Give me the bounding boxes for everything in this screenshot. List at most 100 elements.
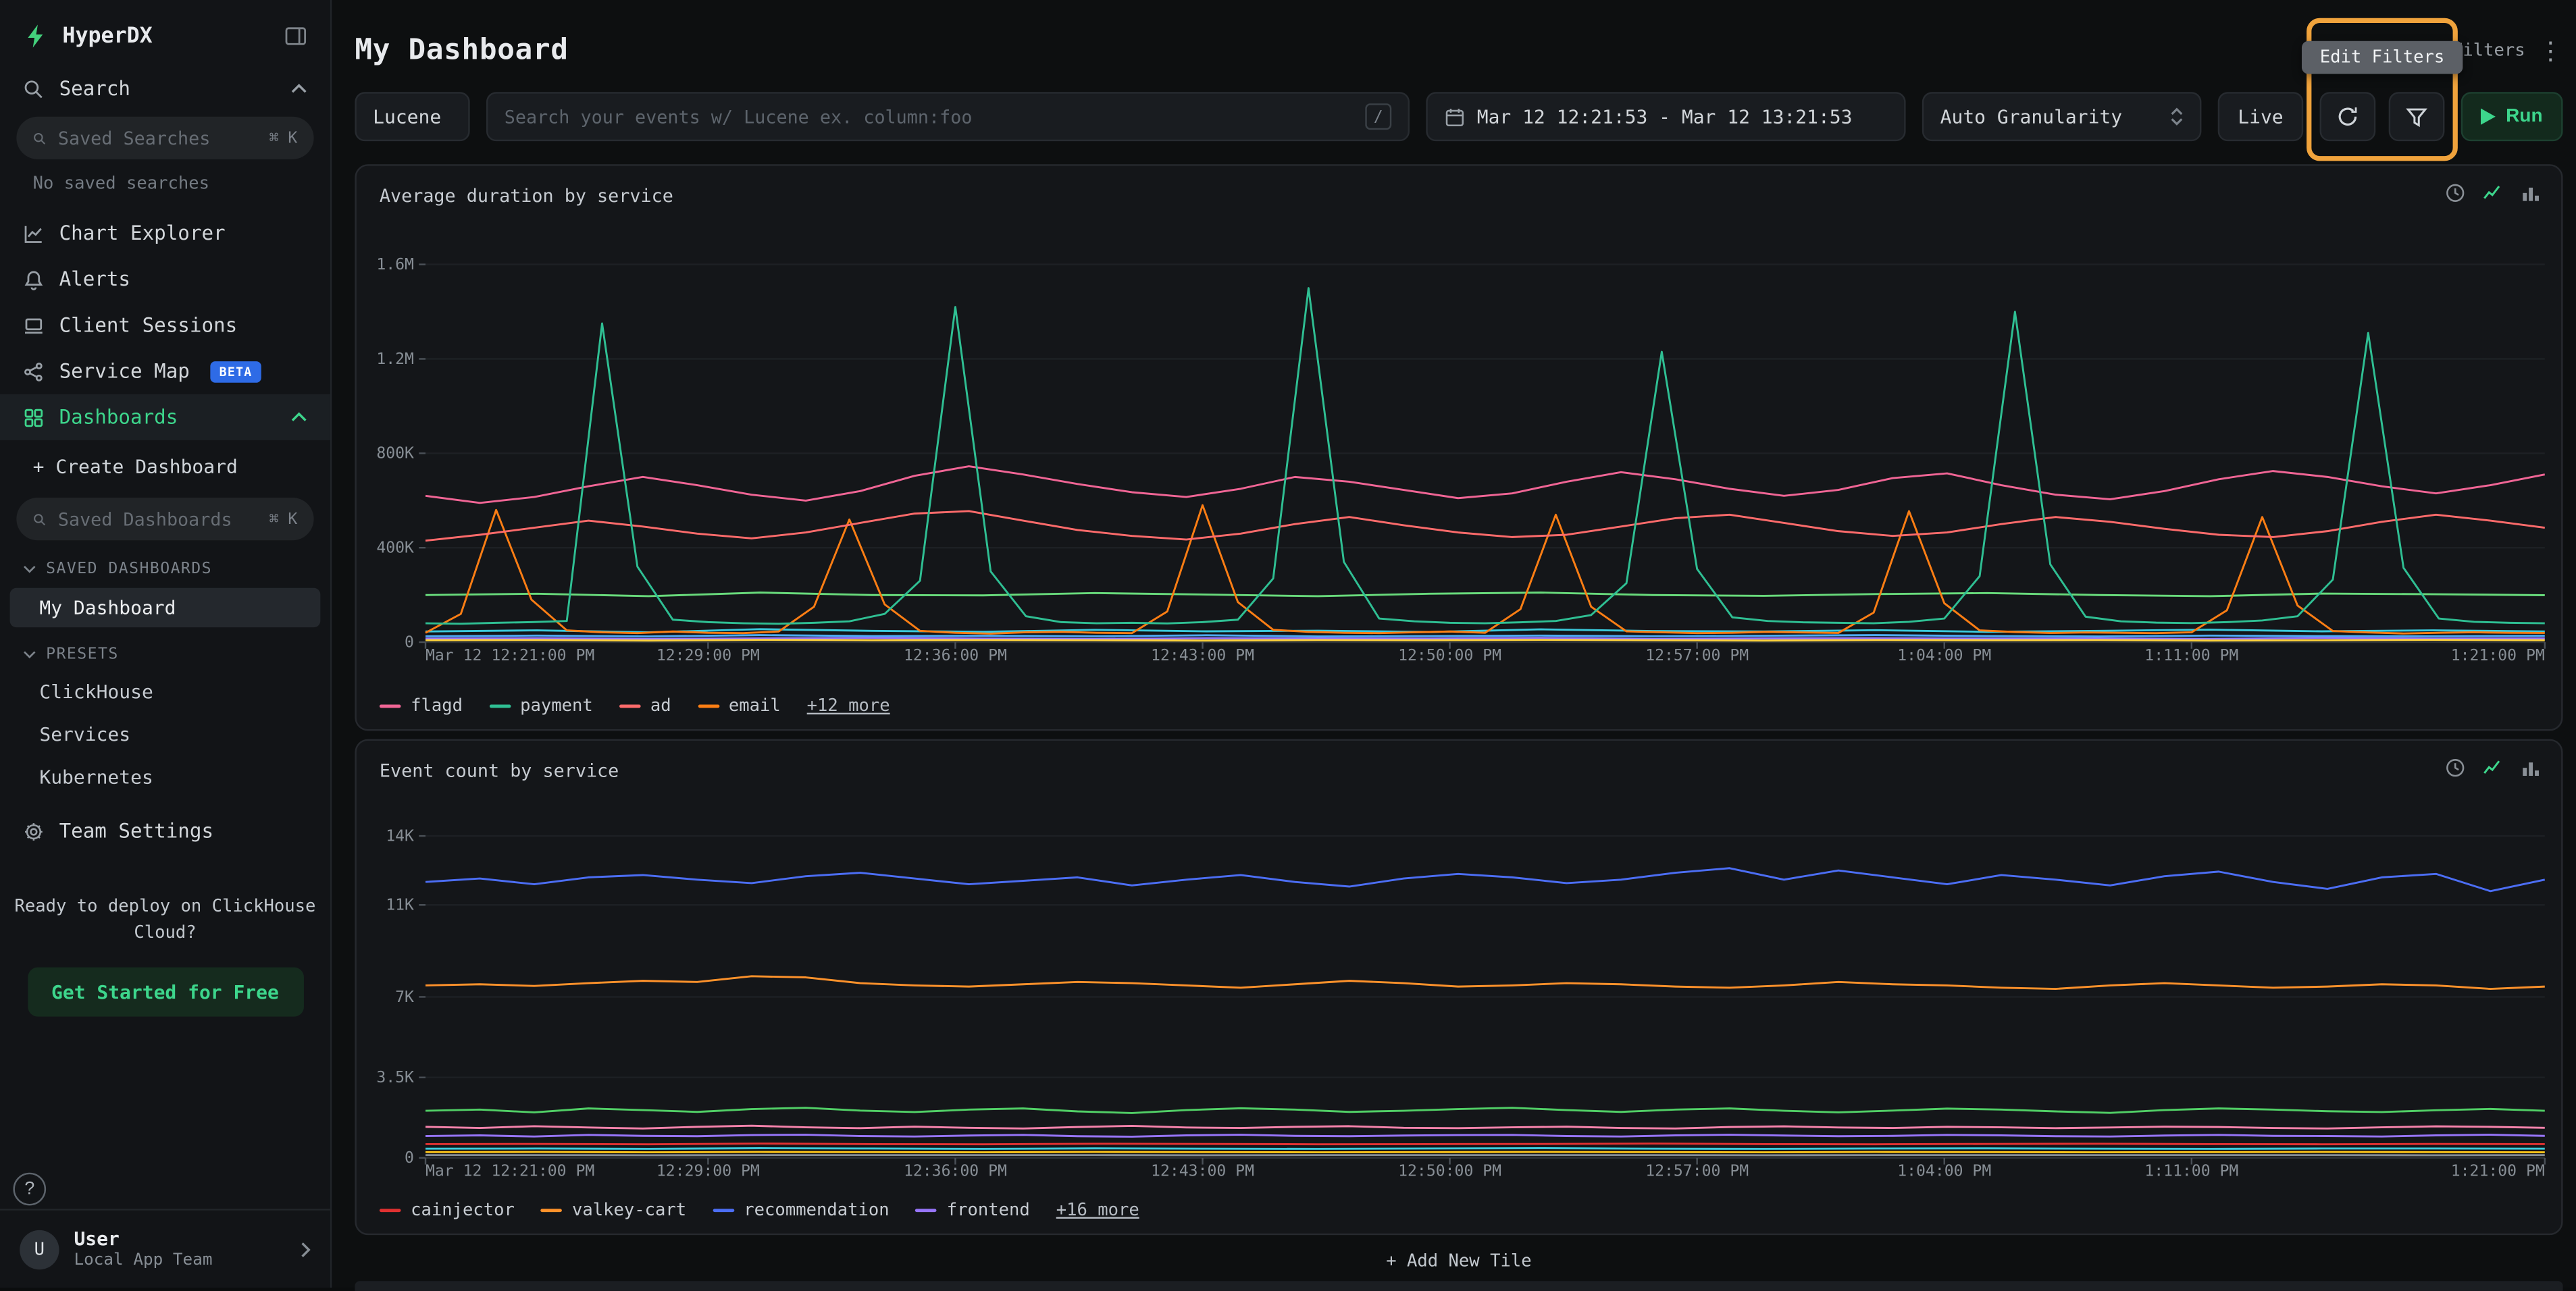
chevron-down-icon (23, 565, 36, 573)
dashboards-icon (23, 406, 45, 428)
series-email (426, 505, 2545, 633)
sidebar-preset-services[interactable]: Services (0, 713, 330, 756)
chevron-down-icon (23, 650, 36, 658)
series-payment (426, 288, 2545, 624)
sidebar-preset-clickhouse[interactable]: ClickHouse (0, 670, 330, 712)
sidebar-item-client-sessions[interactable]: Client Sessions (0, 302, 330, 348)
service-map-icon (23, 361, 45, 382)
avatar: U (20, 1230, 59, 1269)
series-more-d (426, 1126, 2545, 1128)
gear-icon (23, 820, 45, 842)
series-frontend (426, 1135, 2545, 1137)
calendar-icon (1444, 106, 1466, 128)
chart-legend: flagdpaymentademail+12 more (380, 696, 890, 716)
chart-legend: cainjectorvalkey-cartrecommendationfront… (380, 1201, 1139, 1220)
slash-shortcut-badge: / (1365, 103, 1391, 130)
bell-icon (23, 269, 45, 290)
kebab-menu-icon[interactable]: ⋮ (2538, 38, 2562, 63)
saved-searches-field[interactable] (58, 128, 258, 149)
time-range-icon[interactable] (2444, 757, 2466, 779)
line-chart-icon[interactable] (2482, 182, 2504, 204)
legend-label: email (729, 696, 781, 716)
refresh-button[interactable] (2320, 92, 2376, 141)
live-button[interactable]: Live (2218, 92, 2303, 141)
svg-text:12:50:00 PM: 12:50:00 PM (1398, 647, 1501, 664)
legend-swatch (489, 704, 511, 708)
tile-average-duration: Average duration by service 1.6M1.2M800K… (355, 164, 2562, 731)
no-saved-searches-note: No saved searches (0, 164, 330, 210)
series-more-c (426, 640, 2545, 641)
page-title: My Dashboard (355, 34, 568, 68)
granularity-value: Auto Granularity (1940, 105, 2122, 128)
user-team: Local App Team (74, 1251, 212, 1271)
sidebar-dashboard-my-dashboard[interactable]: My Dashboard (10, 588, 321, 627)
collapse-sidebar-icon[interactable] (284, 24, 307, 47)
main-content: My Dashboard Edit Filters ⋮ Lucene / Mar… (332, 0, 2576, 1288)
sidebar-item-label: Chart Explorer (59, 221, 226, 244)
help-button[interactable]: ? (13, 1173, 46, 1206)
svg-text:12:29:00 PM: 12:29:00 PM (656, 647, 760, 664)
section-label-text: PRESETS (46, 646, 119, 664)
legend-more-link[interactable]: +16 more (1056, 1201, 1139, 1220)
sidebar-item-chart-explorer[interactable]: Chart Explorer (0, 210, 330, 256)
granularity-select[interactable]: Auto Granularity (1922, 92, 2202, 141)
sidebar-item-search[interactable]: Search (0, 65, 330, 111)
svg-text:Mar 12 12:21:00 PM: Mar 12 12:21:00 PM (426, 647, 594, 664)
legend-label: recommendation (744, 1201, 889, 1220)
sidebar-item-label: Alerts (59, 267, 130, 290)
filter-button[interactable] (2389, 92, 2445, 141)
bar-chart-icon[interactable] (2520, 182, 2542, 204)
sidebar-preset-kubernetes[interactable]: Kubernetes (0, 756, 330, 798)
sidebar-item-alerts[interactable]: Alerts (0, 256, 330, 302)
search-icon (23, 78, 45, 100)
svg-text:12:57:00 PM: 12:57:00 PM (1645, 1163, 1749, 1180)
event-count-chart-canvas[interactable]: 14K11K7K3.5K0Mar 12 12:21:00 PM12:29:00 … (366, 823, 2554, 1181)
add-new-tile-button[interactable]: + Add New Tile (355, 1251, 2562, 1271)
laptop-icon (23, 315, 45, 336)
legend-label: ad (650, 696, 671, 716)
search-icon (33, 129, 47, 147)
legend-swatch (380, 704, 401, 708)
chevron-right-icon (301, 1241, 311, 1257)
saved-dashboards-section-header[interactable]: SAVED DASHBOARDS (0, 546, 330, 585)
legend-swatch (619, 704, 641, 708)
saved-dashboards-input[interactable]: ⌘ K (16, 498, 313, 540)
sidebar-item-service-map[interactable]: Service Map BETA (0, 348, 330, 394)
sidebar-item-label: Dashboards (59, 406, 178, 429)
series-more-e (426, 1108, 2545, 1113)
sidebar-item-dashboards[interactable]: Dashboards (0, 394, 330, 440)
user-menu[interactable]: U User Local App Team (0, 1209, 330, 1288)
saved-searches-input[interactable]: ⌘ K (16, 117, 313, 159)
legend-swatch (698, 704, 719, 708)
refresh-icon (2336, 105, 2359, 128)
svg-text:1:04:00 PM: 1:04:00 PM (1897, 647, 1991, 664)
legend-swatch (541, 1209, 563, 1212)
line-chart-icon[interactable] (2482, 757, 2504, 779)
legend-swatch (916, 1209, 937, 1212)
create-dashboard-button[interactable]: + Create Dashboard (0, 440, 330, 493)
legend-more-link[interactable]: +12 more (807, 696, 890, 716)
series-more-b (426, 638, 2545, 639)
series-more-e (426, 593, 2545, 596)
time-range-icon[interactable] (2444, 182, 2466, 204)
svg-text:1:11:00 PM: 1:11:00 PM (2144, 647, 2238, 664)
saved-dashboards-field[interactable] (58, 508, 258, 530)
series-ad (426, 511, 2545, 541)
hyperdx-logo-icon (23, 23, 49, 49)
user-name: User (74, 1227, 212, 1251)
legend-item: payment (489, 696, 593, 716)
sidebar-item-team-settings[interactable]: Team Settings (0, 808, 330, 854)
date-range-value: Mar 12 12:21:53 - Mar 12 13:21:53 (1477, 105, 1853, 128)
event-search-input[interactable] (505, 106, 1354, 128)
sidebar-item-label: Service Map (59, 360, 190, 383)
run-button[interactable]: Run (2461, 92, 2563, 141)
date-range-picker[interactable]: Mar 12 12:21:53 - Mar 12 13:21:53 (1426, 92, 1905, 141)
get-started-button[interactable]: Get Started for Free (27, 967, 303, 1016)
app-name: HyperDX (62, 24, 152, 48)
duration-chart-canvas[interactable]: 1.6M1.2M800K400K0Mar 12 12:21:00 PM12:29… (366, 251, 2554, 665)
svg-text:400K: 400K (376, 539, 414, 557)
bar-chart-icon[interactable] (2520, 757, 2542, 779)
presets-section-header[interactable]: PRESETS (0, 631, 330, 670)
query-language-select[interactable]: Lucene (355, 92, 469, 141)
up-down-chevrons-icon (2170, 107, 2183, 126)
